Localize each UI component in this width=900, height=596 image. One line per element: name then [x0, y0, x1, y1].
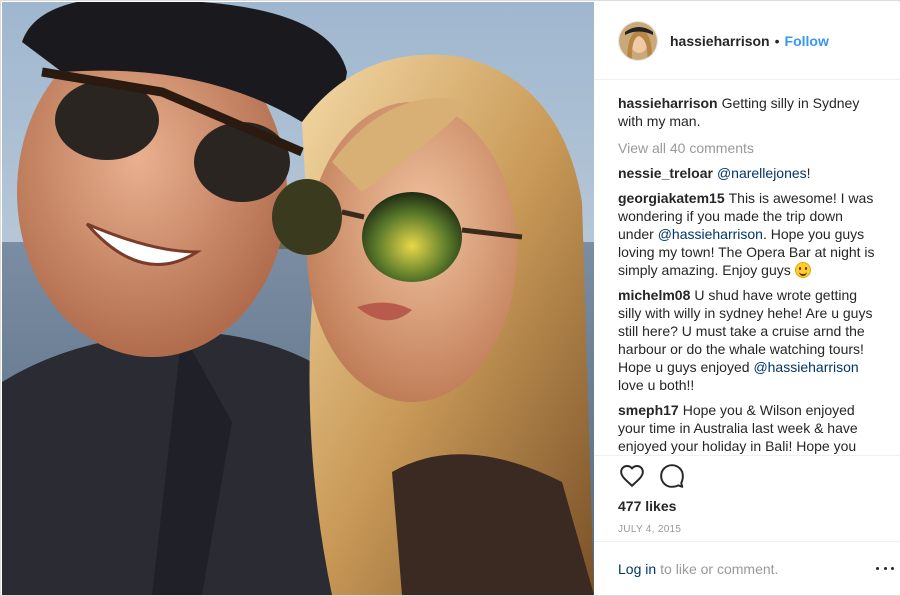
follow-separator: •	[774, 32, 780, 49]
comment-mention[interactable]: @narellejones	[717, 165, 807, 181]
comment-icon	[660, 464, 684, 488]
more-dot	[876, 566, 879, 570]
post-actions: 477 likes JULY 4, 2015	[594, 455, 900, 541]
more-dot	[883, 566, 887, 570]
login-prompt-text: to like or comment.	[660, 560, 779, 577]
comment-username[interactable]: nessie_treloar	[618, 165, 713, 181]
more-options-icon[interactable]	[876, 561, 894, 575]
comment-username[interactable]: michelm08	[618, 287, 690, 303]
post-photo[interactable]	[2, 2, 594, 595]
avatar[interactable]	[618, 20, 658, 61]
comments-list[interactable]: hassieharrison Getting silly in Sydney wi…	[594, 80, 900, 455]
avatar-image	[619, 21, 657, 60]
smiley-emoji-icon	[794, 262, 811, 278]
caption-username[interactable]: hassieharrison	[618, 95, 718, 111]
like-button[interactable]	[618, 462, 646, 490]
view-all-comments-link[interactable]: View all 40 comments	[618, 139, 882, 157]
post-header: hassieharrison • Follow	[594, 2, 900, 80]
comment-text: love u both!!	[618, 377, 695, 393]
post-caption: hassieharrison Getting silly in Sydney wi…	[618, 94, 882, 130]
selfie-image	[2, 2, 594, 595]
follow-button[interactable]: Follow	[785, 33, 829, 49]
comment-mention[interactable]: @hassieharrison	[753, 359, 858, 375]
list-item: georgiakatem15 This is awesome! I was won…	[618, 189, 882, 279]
instagram-post: hassieharrison • Follow hassieharrison Ge…	[0, 0, 900, 596]
action-icons-row	[618, 456, 900, 496]
comment-text: !	[806, 165, 811, 181]
login-link[interactable]: Log in	[618, 561, 656, 577]
post-side-panel: hassieharrison • Follow hassieharrison Ge…	[594, 2, 900, 595]
likes-count[interactable]: 477 likes	[618, 498, 900, 514]
heart-icon	[620, 465, 644, 488]
author-username[interactable]: hassieharrison	[670, 33, 770, 49]
list-item: nessie_treloar @narellejones!	[618, 164, 882, 182]
list-item: smeph17 Hope you & Wilson enjoyed your ti…	[618, 401, 882, 455]
comment-username[interactable]: georgiakatem15	[618, 190, 725, 206]
post-date: JULY 4, 2015	[618, 524, 682, 535]
comment-username[interactable]: smeph17	[618, 402, 679, 418]
more-dot	[891, 566, 894, 570]
list-item: michelm08 U shud have wrote getting silly…	[618, 286, 882, 394]
comment-mention[interactable]: @hassieharrison	[658, 226, 763, 242]
post-footer: Log in to like or comment.	[594, 541, 900, 595]
comment-button[interactable]	[658, 462, 686, 490]
